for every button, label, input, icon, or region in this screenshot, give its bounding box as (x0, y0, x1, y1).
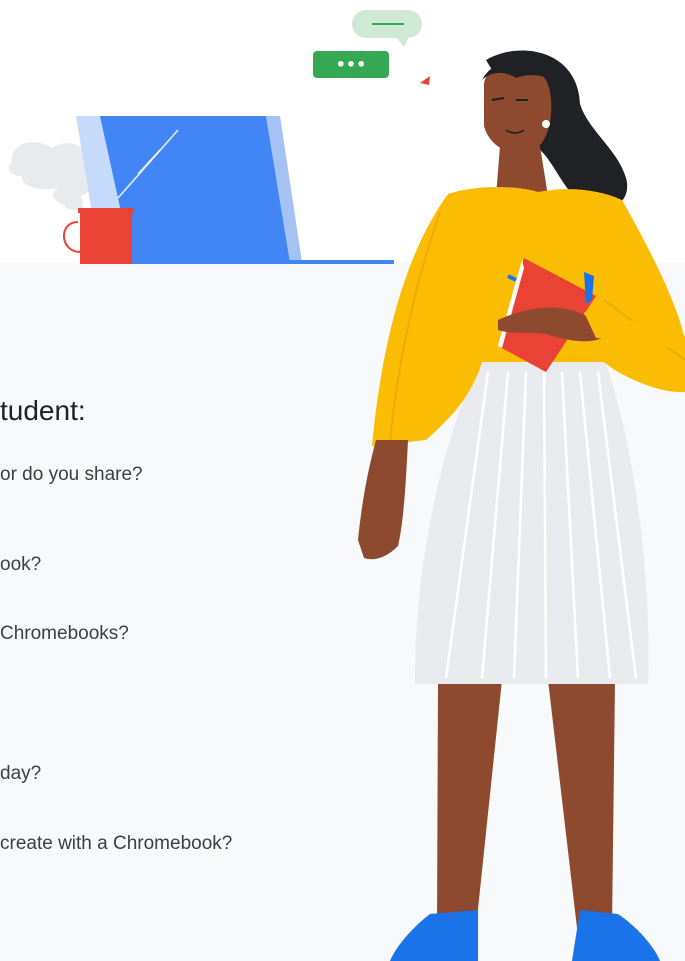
question-item: create with a Chromebook? (0, 833, 233, 854)
shoes-icon (390, 910, 660, 961)
left-arm-icon (358, 440, 408, 560)
legs-icon (437, 680, 615, 928)
question-item: ook? (0, 554, 42, 575)
question-item: day? (0, 763, 42, 784)
question-item: or do you share? (0, 464, 143, 485)
student-illustration (358, 50, 685, 961)
section-heading: tudent: (0, 395, 86, 426)
steam-icon (8, 142, 95, 211)
question-item: Chromebooks? (0, 623, 129, 644)
coffee-mug-icon (63, 208, 134, 264)
